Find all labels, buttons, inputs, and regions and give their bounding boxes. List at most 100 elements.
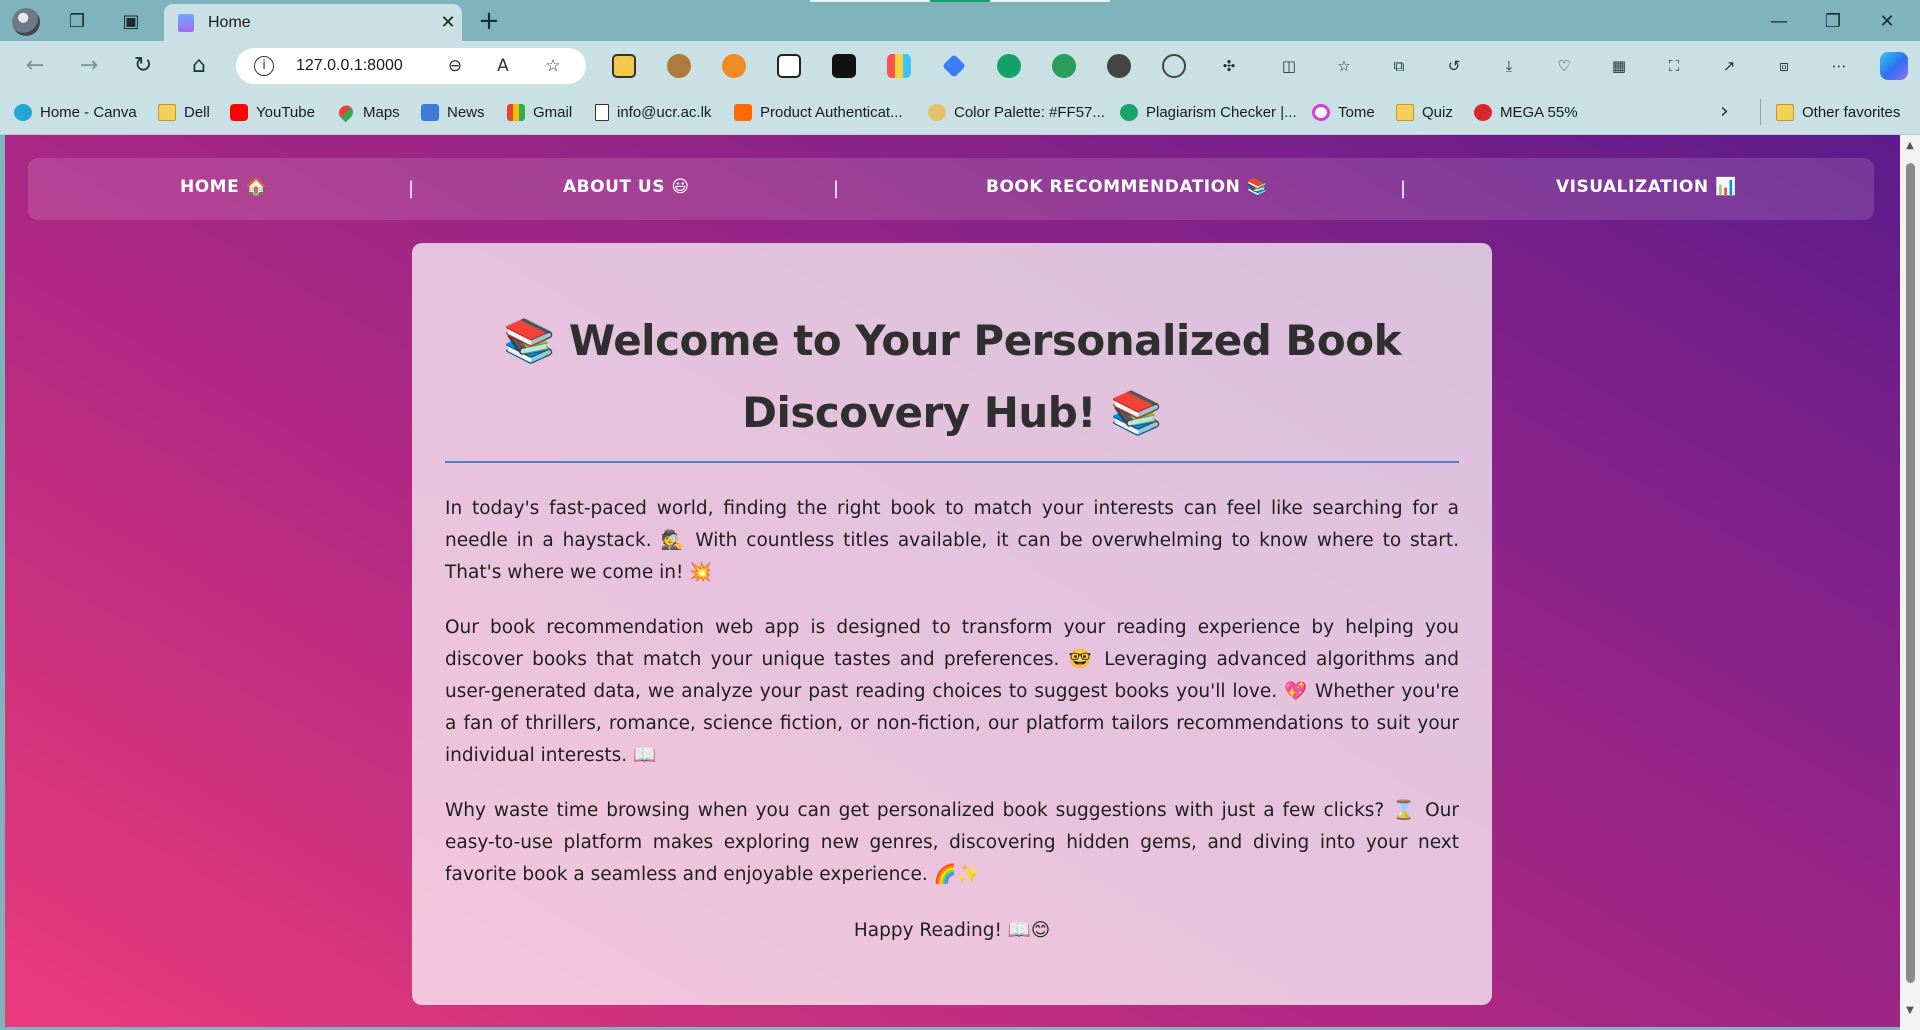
closing-line: Happy Reading! 📖😊: [853, 920, 1051, 941]
copilot-icon[interactable]: [1880, 52, 1908, 80]
grammarly-extension-icon[interactable]: [997, 54, 1021, 78]
collections-icon[interactable]: ⧉: [1387, 54, 1411, 78]
document-icon: [595, 103, 609, 121]
favorite-canva[interactable]: Home - Canva: [14, 101, 137, 123]
nav-home-link[interactable]: HOME 🏠: [180, 177, 267, 197]
reload-button[interactable]: ↻: [126, 50, 160, 80]
favorite-label: MEGA 55%: [1500, 103, 1578, 121]
nav-visualization-link[interactable]: VISUALIZATION 📊: [1556, 177, 1737, 197]
read-aloud-icon[interactable]: A: [490, 54, 516, 78]
favorite-product-authentication[interactable]: Product Authenticat...: [734, 101, 903, 123]
favorite-gmail[interactable]: Gmail: [507, 101, 572, 123]
favorite-plagiarism-checker[interactable]: Plagiarism Checker |...: [1120, 101, 1297, 123]
minimize-button[interactable]: —: [1756, 4, 1802, 38]
other-favorites[interactable]: Other favorites: [1776, 101, 1900, 123]
restore-button[interactable]: ❐: [1810, 4, 1856, 38]
profile-avatar[interactable]: [12, 8, 40, 36]
home-button[interactable]: ⌂: [182, 50, 216, 80]
favorite-label: Plagiarism Checker |...: [1146, 103, 1297, 121]
nav-book-recommendation-link[interactable]: BOOK RECOMMENDATION 📚: [986, 177, 1268, 197]
extension-3-icon[interactable]: [722, 54, 746, 78]
favorite-label: info@ucr.ac.lk: [617, 103, 712, 121]
new-tab-button[interactable]: +: [474, 6, 504, 36]
description-paragraph: Our book recommendation web app is desig…: [445, 617, 1459, 766]
share-icon[interactable]: ↗: [1717, 54, 1741, 78]
site-info-icon[interactable]: i: [254, 56, 274, 76]
favorite-star-icon[interactable]: ☆: [540, 54, 566, 78]
favorite-quiz[interactable]: Quiz: [1396, 101, 1453, 123]
extension-11-icon[interactable]: [1162, 54, 1186, 78]
favorites-overflow-chevron-icon[interactable]: ›: [1720, 99, 1729, 124]
welcome-card: 📚 Welcome to Your Personalized Book Disc…: [412, 243, 1492, 1005]
extension-9-icon[interactable]: [1052, 54, 1076, 78]
favorite-youtube[interactable]: YouTube: [230, 101, 315, 123]
favorite-label: Color Palette: #FF57...: [954, 103, 1105, 121]
nav-divider: |: [1400, 178, 1407, 199]
tome-icon: [1312, 103, 1330, 121]
extension-1-icon[interactable]: [612, 54, 636, 78]
address-url[interactable]: 127.0.0.1:8000: [296, 57, 403, 75]
address-bar[interactable]: i 127.0.0.1:8000 ⊖ A ☆: [236, 48, 586, 84]
favorite-dell[interactable]: Dell: [158, 101, 210, 123]
nav-divider: |: [833, 178, 840, 199]
plagiarism-icon: [1120, 103, 1138, 121]
favorite-label: Product Authenticat...: [760, 103, 903, 121]
canva-icon: [14, 103, 32, 121]
web-extension-icon[interactable]: [1107, 54, 1131, 78]
close-window-button[interactable]: ✕: [1864, 4, 1910, 38]
cookie-extension-icon[interactable]: [667, 54, 691, 78]
extensions-puzzle-icon[interactable]: ✣: [1217, 54, 1241, 78]
screenshot-icon[interactable]: ⛶: [1662, 54, 1686, 78]
tab-title: Home: [208, 13, 251, 31]
workspaces-icon[interactable]: ❐: [62, 8, 92, 34]
favorite-maps[interactable]: Maps: [336, 101, 400, 123]
performance-icon[interactable]: ♡: [1552, 54, 1576, 78]
favorite-news[interactable]: News: [421, 101, 485, 123]
zoom-icon[interactable]: ⊖: [442, 54, 468, 78]
tab-home[interactable]: Home ✕: [164, 4, 462, 41]
other-favorites-label: Other favorites: [1802, 103, 1901, 121]
split-screen-icon[interactable]: ◫: [1277, 54, 1301, 78]
color-extension-icon[interactable]: [887, 54, 911, 78]
nav-about-link[interactable]: ABOUT US 😃: [563, 177, 690, 197]
folder-icon: [158, 103, 176, 121]
back-button[interactable]: ←: [18, 50, 52, 80]
favorites-divider: [1760, 99, 1761, 125]
image-extension-icon[interactable]: [777, 54, 801, 78]
favorite-mega[interactable]: MEGA 55%: [1474, 101, 1578, 123]
news-icon: [421, 103, 439, 121]
favorite-label: Dell: [184, 103, 210, 121]
browser-toolbar: ← → ↻ ⌂ i 127.0.0.1:8000 ⊖ A ☆ ✣ ◫ ☆ ⧉ ↺…: [0, 41, 1920, 89]
extension-7-icon[interactable]: [942, 54, 966, 78]
favorite-info-ucr[interactable]: info@ucr.ac.lk: [595, 101, 711, 123]
browser-title-bar: ❐ ▣ Home ✕ + — ❐ ✕: [0, 0, 1920, 41]
folder-icon: [1396, 103, 1414, 121]
title-bar-indicator: [810, 0, 1110, 2]
color-palette-icon: [928, 103, 946, 121]
youtube-icon: [230, 103, 248, 121]
page-scrollbar[interactable]: ▲ ▼: [1900, 135, 1920, 1030]
intro-paragraph: In today's fast-paced world, finding the…: [445, 498, 1459, 583]
scrollbar-thumb[interactable]: [1906, 163, 1915, 983]
favorite-color-palette[interactable]: Color Palette: #FF57...: [928, 101, 1105, 123]
more-menu-icon[interactable]: ⋯: [1827, 54, 1851, 78]
extension-5-icon[interactable]: [832, 54, 856, 78]
favorite-label: Tome: [1338, 103, 1375, 121]
scroll-down-arrow-icon[interactable]: ▼: [1904, 1005, 1916, 1017]
favorite-label: YouTube: [256, 103, 315, 121]
favorite-tome[interactable]: Tome: [1312, 101, 1375, 123]
favorites-bar: Home - Canva Dell YouTube Maps News Gmai…: [0, 89, 1920, 135]
downloads-icon[interactable]: ⤓: [1497, 54, 1521, 78]
workspace-icon[interactable]: ⧈: [1772, 54, 1796, 78]
tab-actions-icon[interactable]: ▣: [116, 8, 146, 34]
scroll-up-arrow-icon[interactable]: ▲: [1904, 140, 1916, 152]
apps-icon[interactable]: ▦: [1607, 54, 1631, 78]
favorite-label: Maps: [363, 103, 400, 121]
forward-button[interactable]: →: [72, 50, 106, 80]
favorites-icon[interactable]: ☆: [1332, 54, 1356, 78]
favorite-label: Home - Canva: [40, 103, 137, 121]
tab-favicon-icon: [178, 13, 194, 32]
history-icon[interactable]: ↺: [1442, 54, 1466, 78]
tab-close-icon[interactable]: ✕: [434, 12, 462, 33]
folder-icon: [1776, 103, 1794, 121]
